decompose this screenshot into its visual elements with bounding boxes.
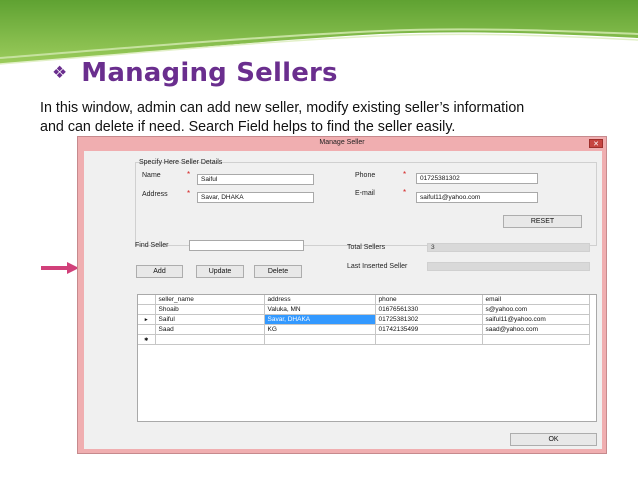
- name-field[interactable]: Saiful: [197, 174, 314, 185]
- window-titlebar[interactable]: Manage Seller ✕: [78, 137, 606, 151]
- column-header[interactable]: seller_name: [155, 295, 265, 305]
- slide-title-row: ❖ Managing Sellers: [52, 58, 338, 88]
- table-cell[interactable]: [264, 334, 376, 345]
- table-row[interactable]: Saad KG 01742135499 saad@yahoo.com: [138, 324, 590, 335]
- table-cell[interactable]: Valuka, MN: [264, 304, 376, 315]
- phone-field[interactable]: 01725381302: [416, 173, 538, 184]
- table-cell[interactable]: [482, 334, 590, 345]
- table-cell[interactable]: saad@yahoo.com: [482, 324, 590, 335]
- email-required-mark: *: [403, 188, 407, 197]
- new-row[interactable]: ✱: [138, 334, 590, 345]
- table-cell[interactable]: 01742135499: [375, 324, 483, 335]
- find-seller-input[interactable]: [189, 240, 304, 251]
- table-cell[interactable]: [155, 334, 265, 345]
- last-inserted-label: Last Inserted Seller: [347, 263, 408, 270]
- email-label: E-mail: [355, 190, 375, 197]
- table-cell[interactable]: Saiful: [155, 314, 265, 325]
- selected-table-cell[interactable]: Savar, DHAKA: [264, 314, 376, 325]
- name-label: Name: [142, 172, 161, 179]
- manage-seller-window: Manage Seller ✕ Specify Here Seller Deta…: [77, 136, 607, 454]
- delete-button[interactable]: Delete: [254, 265, 302, 278]
- diamond-star-bullet-icon: ❖: [52, 63, 68, 83]
- group-title: Specify Here Seller Details: [139, 159, 223, 166]
- table-cell[interactable]: [375, 334, 483, 345]
- email-field[interactable]: saiful11@yahoo.com: [416, 192, 538, 203]
- sellers-table: seller_name address phone email Shoaib V…: [138, 295, 590, 345]
- table-cell[interactable]: saiful11@yahoo.com: [482, 314, 590, 325]
- description-line-2: and can delete if need. Search Field hel…: [40, 119, 456, 135]
- find-seller-label: Find Seller: [135, 242, 169, 249]
- reset-button[interactable]: RESET: [503, 215, 582, 228]
- close-button[interactable]: ✕: [589, 139, 603, 148]
- grid-header-row: seller_name address phone email: [138, 295, 590, 305]
- address-field[interactable]: Savar, DHAKA: [197, 192, 314, 203]
- row-header[interactable]: [138, 324, 156, 335]
- update-button[interactable]: Update: [196, 265, 244, 278]
- current-row-arrow-icon[interactable]: ►: [138, 314, 156, 325]
- pointer-arrow-icon: [41, 262, 79, 274]
- column-header[interactable]: email: [482, 295, 590, 305]
- total-sellers-label: Total Sellers: [347, 244, 386, 251]
- slide-title: Managing Sellers: [81, 58, 338, 88]
- table-cell[interactable]: KG: [264, 324, 376, 335]
- address-label: Address: [142, 191, 168, 198]
- description-line-1: In this window, admin can add new seller…: [40, 100, 525, 116]
- name-required-mark: *: [187, 170, 191, 179]
- table-row[interactable]: ► Saiful Savar, DHAKA 01725381302 saiful…: [138, 314, 590, 325]
- table-row[interactable]: Shoaib Valuka, MN 01676561330 s@yahoo.co…: [138, 304, 590, 315]
- address-required-mark: *: [187, 189, 191, 198]
- column-header[interactable]: address: [264, 295, 376, 305]
- row-header[interactable]: [138, 304, 156, 315]
- table-cell[interactable]: s@yahoo.com: [482, 304, 590, 315]
- last-inserted-value: [427, 262, 590, 271]
- table-cell[interactable]: Saad: [155, 324, 265, 335]
- row-header-corner: [138, 295, 156, 305]
- sellers-grid[interactable]: seller_name address phone email Shoaib V…: [137, 294, 597, 422]
- new-row-asterisk-icon[interactable]: ✱: [138, 334, 156, 345]
- column-header[interactable]: phone: [375, 295, 483, 305]
- ok-button[interactable]: OK: [510, 433, 597, 446]
- window-title: Manage Seller: [319, 139, 365, 146]
- phone-label: Phone: [355, 172, 376, 179]
- total-sellers-value: 3: [427, 243, 590, 252]
- slide-description: In this window, admin can add new seller…: [40, 99, 625, 137]
- table-cell[interactable]: Shoaib: [155, 304, 265, 315]
- window-client-area: Specify Here Seller Details Name * Saifu…: [84, 151, 602, 449]
- table-cell[interactable]: 01676561330: [375, 304, 483, 315]
- phone-required-mark: *: [403, 170, 407, 179]
- table-cell[interactable]: 01725381302: [375, 314, 483, 325]
- add-button[interactable]: Add: [136, 265, 183, 278]
